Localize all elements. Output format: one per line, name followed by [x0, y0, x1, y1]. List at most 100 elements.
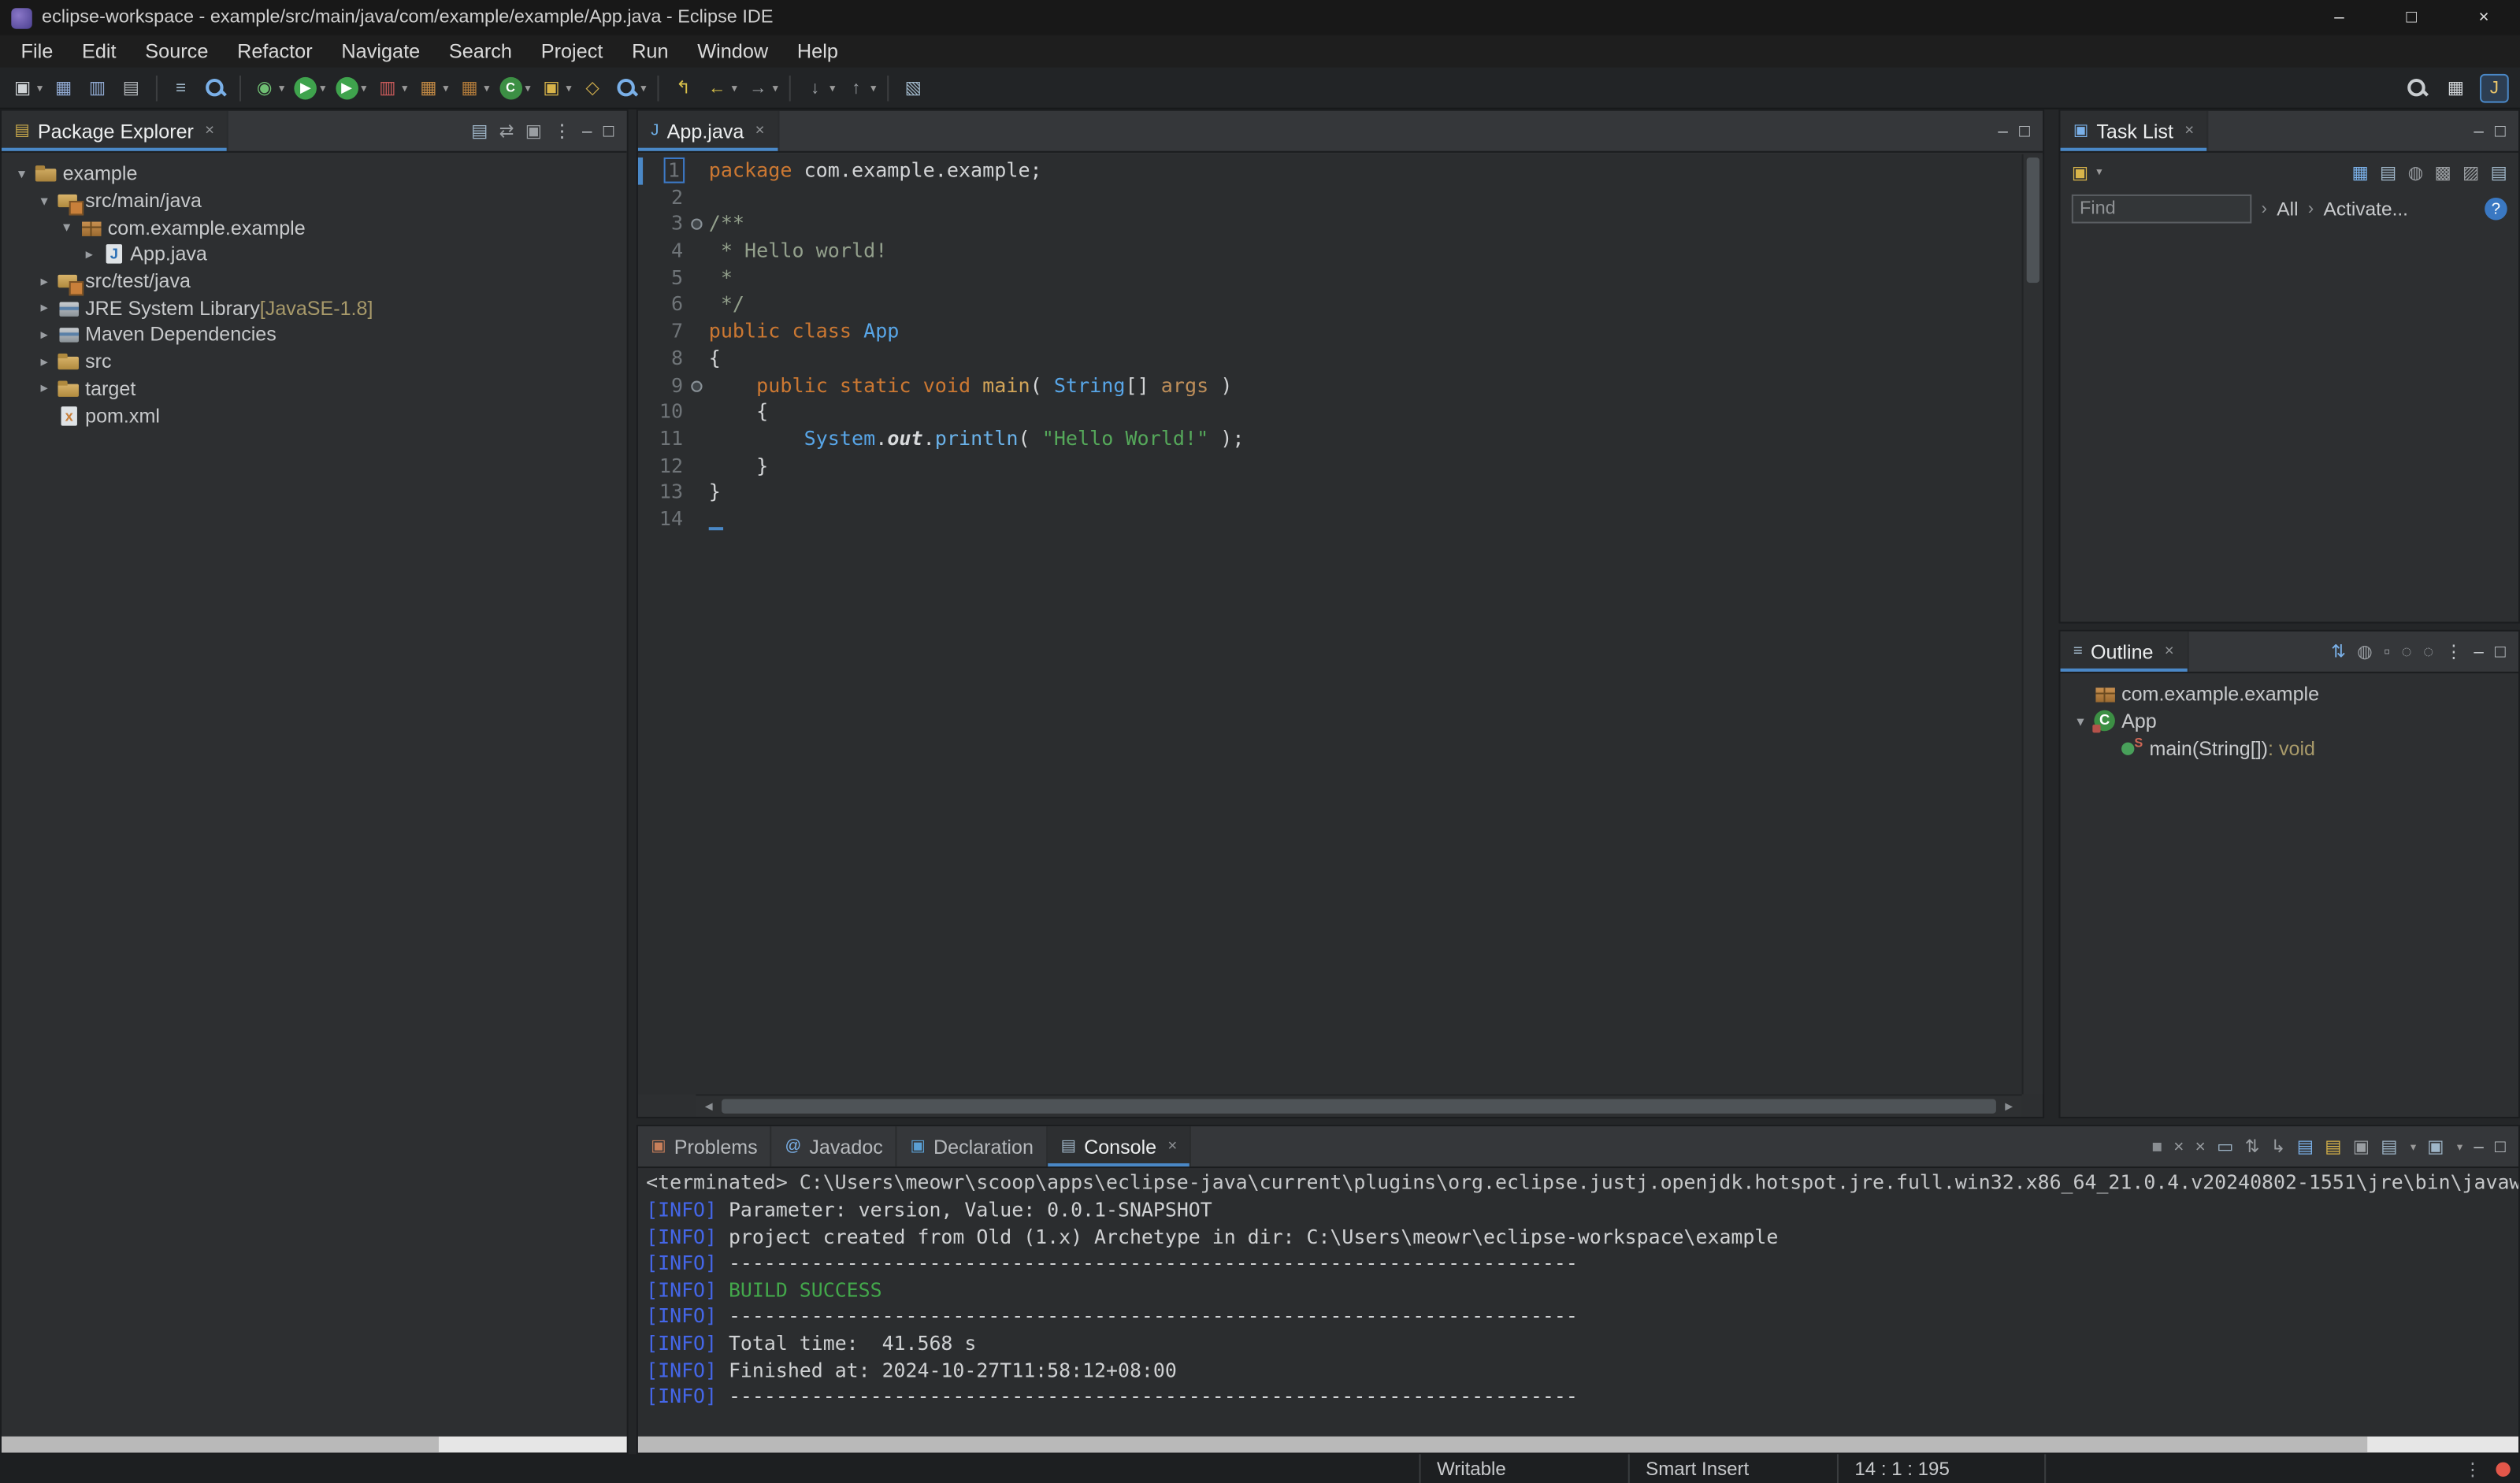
remove-all-terminated-icon[interactable]: × — [2195, 1136, 2206, 1155]
scrollbar-thumb[interactable] — [2, 1436, 440, 1453]
code-line[interactable]: 2 — [638, 184, 2022, 211]
close-tab-icon[interactable]: × — [1167, 1137, 1177, 1155]
categorized-presentation-icon[interactable]: ▦ — [2352, 161, 2369, 182]
display-selected-console-icon[interactable]: ▤ — [2381, 1136, 2397, 1156]
horizontal-scrollbar[interactable] — [637, 1436, 2518, 1453]
maximize-icon[interactable]: □ — [2495, 642, 2506, 661]
new-task-button[interactable]: ▣ ▾ — [536, 73, 575, 102]
fold-marker-icon[interactable] — [686, 372, 709, 399]
pin-editor-button[interactable]: ▧ — [897, 73, 930, 102]
code-line[interactable]: 10 { — [638, 399, 2022, 425]
code-line[interactable]: 14 — [638, 506, 2022, 533]
menu-run[interactable]: Run — [618, 35, 683, 68]
link-activate-[interactable]: Activate... — [2323, 198, 2407, 221]
filter-completed-tasks-icon[interactable]: ◍ — [2408, 161, 2424, 182]
new-wizard-button[interactable]: ▣ ▾ — [6, 73, 46, 102]
pin-console-icon[interactable]: ▣ — [2353, 1136, 2370, 1156]
java-perspective-button[interactable]: J — [2478, 72, 2511, 102]
chevron-open-icon[interactable]: ▾ — [11, 165, 32, 183]
outline-item-com-example-example[interactable]: com.example.example — [2061, 681, 2518, 708]
new-package-dropdown-icon[interactable]: ▾ — [484, 81, 489, 94]
hide-fields-icon[interactable]: ◍ — [2357, 641, 2373, 662]
close-tab-icon[interactable]: × — [2184, 122, 2194, 139]
hide-static-members-icon[interactable]: ▫ — [2384, 642, 2390, 661]
close-tab-icon[interactable]: × — [755, 122, 765, 139]
tree-item-com-example-example[interactable]: ▾ com.example.example — [2, 214, 627, 241]
horizontal-scrollbar[interactable]: ◄ ► — [696, 1094, 2022, 1117]
code-line[interactable]: 1 package com.example.example; — [638, 157, 2022, 184]
tree-item-target[interactable]: ▸ target — [2, 375, 627, 402]
open-console-button[interactable]: ≡ — [165, 73, 197, 102]
menu-navigate[interactable]: Navigate — [327, 35, 435, 68]
hide-subtasks-icon[interactable]: ▨ — [2462, 161, 2479, 182]
code-line[interactable]: 12 } — [638, 452, 2022, 479]
collapse-all-icon[interactable]: ▤ — [2490, 161, 2507, 182]
close-tab-icon[interactable]: × — [205, 122, 214, 139]
show-stdout-icon[interactable]: ▤ — [2297, 1136, 2314, 1156]
menu-project[interactable]: Project — [526, 35, 617, 68]
debug-dropdown-icon[interactable]: ▾ — [279, 81, 284, 94]
sort-icon[interactable]: ⇅ — [2331, 641, 2346, 662]
new-class-dropdown-icon[interactable]: ▾ — [525, 81, 530, 94]
minimize-icon[interactable]: – — [2474, 1136, 2483, 1155]
focus-on-active-task-icon[interactable]: ▣ — [525, 120, 542, 141]
last-edit-location-button[interactable]: ↰ — [667, 73, 700, 102]
remove-launch-icon[interactable]: × — [2173, 1136, 2184, 1155]
scrollbar-track[interactable] — [722, 1096, 1996, 1117]
previous-annotation-dropdown-icon[interactable]: ▾ — [870, 81, 876, 94]
chevron-closed-icon[interactable]: ▸ — [34, 326, 55, 343]
minimize-icon[interactable]: – — [2474, 642, 2483, 661]
view-menu-icon[interactable]: ⋮ — [2445, 641, 2462, 662]
minimize-icon[interactable]: – — [1998, 121, 2007, 140]
tree-item-src-test-java[interactable]: ▸ src/test/java — [2, 268, 627, 296]
new-task-icon[interactable]: ▣ — [2072, 161, 2088, 182]
menu-window[interactable]: Window — [683, 35, 783, 68]
menu-source[interactable]: Source — [131, 35, 223, 68]
clear-console-icon[interactable]: ▭ — [2217, 1136, 2233, 1156]
minimize-icon[interactable]: – — [2474, 121, 2483, 140]
new-task-dropdown-icon[interactable]: ▾ — [566, 81, 571, 94]
coverage-dropdown-icon[interactable]: ▾ — [402, 81, 407, 94]
display-selected-console-dropdown-icon[interactable]: ▾ — [2411, 1140, 2416, 1153]
menu-edit[interactable]: Edit — [68, 35, 131, 68]
chevron-closed-icon[interactable]: ▸ — [34, 353, 55, 370]
menu-refactor[interactable]: Refactor — [223, 35, 327, 68]
hide-non-public-members-icon[interactable]: ◌ — [2401, 642, 2411, 661]
next-annotation-dropdown-icon[interactable]: ▾ — [829, 81, 835, 94]
previous-annotation-button[interactable]: ↑ ▾ — [840, 73, 879, 102]
save-button[interactable]: ▦ — [47, 73, 80, 102]
quick-search-button[interactable] — [2401, 73, 2433, 102]
open-search-dialog-button[interactable]: ▾ — [611, 73, 650, 102]
scrollbar-thumb[interactable] — [637, 1436, 2369, 1453]
tree-item-pom-xml[interactable]: pom.xml — [2, 402, 627, 428]
scheduled-presentation-icon[interactable]: ▤ — [2380, 161, 2396, 182]
console-output[interactable]: <terminated> C:\Users\meowr\scoop\apps\e… — [637, 1170, 2518, 1437]
outline-item-main-string-[interactable]: Smain(String[]) : void — [2061, 735, 2518, 762]
open-console-dropdown-icon[interactable]: ▾ — [2457, 1140, 2462, 1153]
new-task-dropdown-icon[interactable]: ▾ — [2096, 165, 2102, 178]
maximize-icon[interactable]: □ — [2019, 121, 2030, 140]
vertical-scrollbar[interactable] — [2021, 154, 2043, 1095]
fold-marker-icon[interactable] — [686, 211, 709, 238]
forward-dropdown-icon[interactable]: ▾ — [773, 81, 778, 94]
minimize-icon[interactable]: – — [582, 121, 592, 140]
overflow-menu-icon[interactable]: ⋮ — [2464, 1458, 2481, 1479]
view-menu-icon[interactable]: ⋮ — [553, 120, 570, 141]
code-line[interactable]: 5 * — [638, 265, 2022, 291]
code-line[interactable]: 8{ — [638, 345, 2022, 372]
run-button[interactable]: ▶ ▾ — [289, 73, 328, 102]
chevron-open-icon[interactable]: ▾ — [2070, 713, 2091, 730]
notification-dot[interactable] — [2496, 1461, 2511, 1476]
print-button[interactable]: ▤ — [115, 73, 147, 102]
horizontal-scrollbar[interactable] — [2, 1436, 627, 1453]
forward-button[interactable]: → ▾ — [742, 73, 781, 102]
terminate-icon[interactable]: ■ — [2151, 1136, 2162, 1155]
maximize-icon[interactable]: □ — [2495, 1136, 2506, 1155]
next-annotation-button[interactable]: ↓ ▾ — [799, 73, 838, 102]
tab-outline[interactable]: ≡ Outline × — [2060, 631, 2189, 672]
scroll-right-icon[interactable]: ► — [1996, 1099, 2022, 1113]
focus-on-workweek-icon[interactable]: ▩ — [2434, 161, 2451, 182]
search-button[interactable] — [199, 73, 231, 102]
tree-item-maven-dependencies[interactable]: ▸ Maven Dependencies — [2, 321, 627, 348]
tab-declaration[interactable]: ▣ Declaration — [897, 1126, 1048, 1167]
